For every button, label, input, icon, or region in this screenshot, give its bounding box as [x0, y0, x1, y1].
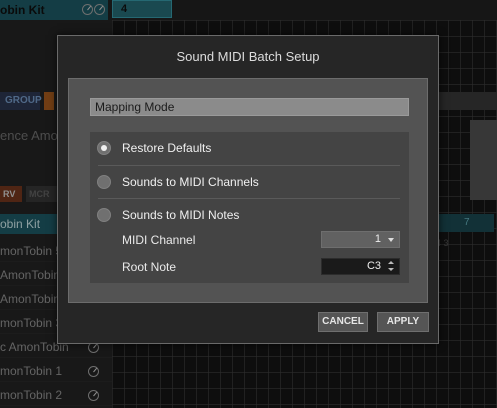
mapping-mode-label: Mapping Mode: [95, 100, 175, 114]
midi-channel-value: 1: [374, 233, 381, 245]
option-sounds-to-midi-notes[interactable]: Sounds to MIDI Notes: [90, 199, 409, 232]
option-restore-defaults[interactable]: Restore Defaults: [90, 132, 409, 165]
root-note-value: C3: [366, 260, 381, 272]
chevron-down-icon: [388, 238, 394, 242]
radio-icon[interactable]: [97, 208, 111, 222]
option-sounds-to-midi-channels-label: Sounds to MIDI Channels: [122, 175, 259, 189]
dialog-title: Sound MIDI Batch Setup: [176, 49, 320, 64]
chevron-down-icon[interactable]: [388, 268, 394, 271]
option-restore-defaults-label: Restore Defaults: [122, 141, 212, 155]
stepper-arrows-icon[interactable]: [388, 261, 394, 272]
radio-icon[interactable]: [97, 175, 111, 189]
sound-midi-batch-setup-dialog: Sound MIDI Batch Setup Mapping Mode Rest…: [57, 35, 439, 344]
midi-channel-label: MIDI Channel: [122, 233, 196, 247]
cancel-button[interactable]: CANCEL: [318, 312, 368, 332]
root-note-label: Root Note: [122, 260, 177, 274]
midi-channel-dropdown[interactable]: 1: [321, 231, 400, 248]
radio-selected-icon[interactable]: [97, 141, 111, 155]
dialog-body: Mapping Mode Restore Defaults Sounds to …: [68, 78, 428, 303]
chevron-up-icon[interactable]: [388, 261, 394, 264]
apply-button[interactable]: APPLY: [377, 312, 429, 332]
mapping-options-panel: Restore Defaults Sounds to MIDI Channels…: [90, 132, 409, 283]
mapping-mode-header: Mapping Mode: [90, 98, 409, 116]
option-sounds-to-midi-channels[interactable]: Sounds to MIDI Channels: [90, 166, 409, 199]
root-note-stepper[interactable]: C3: [321, 258, 400, 275]
option-sounds-to-midi-notes-label: Sounds to MIDI Notes: [122, 208, 240, 222]
